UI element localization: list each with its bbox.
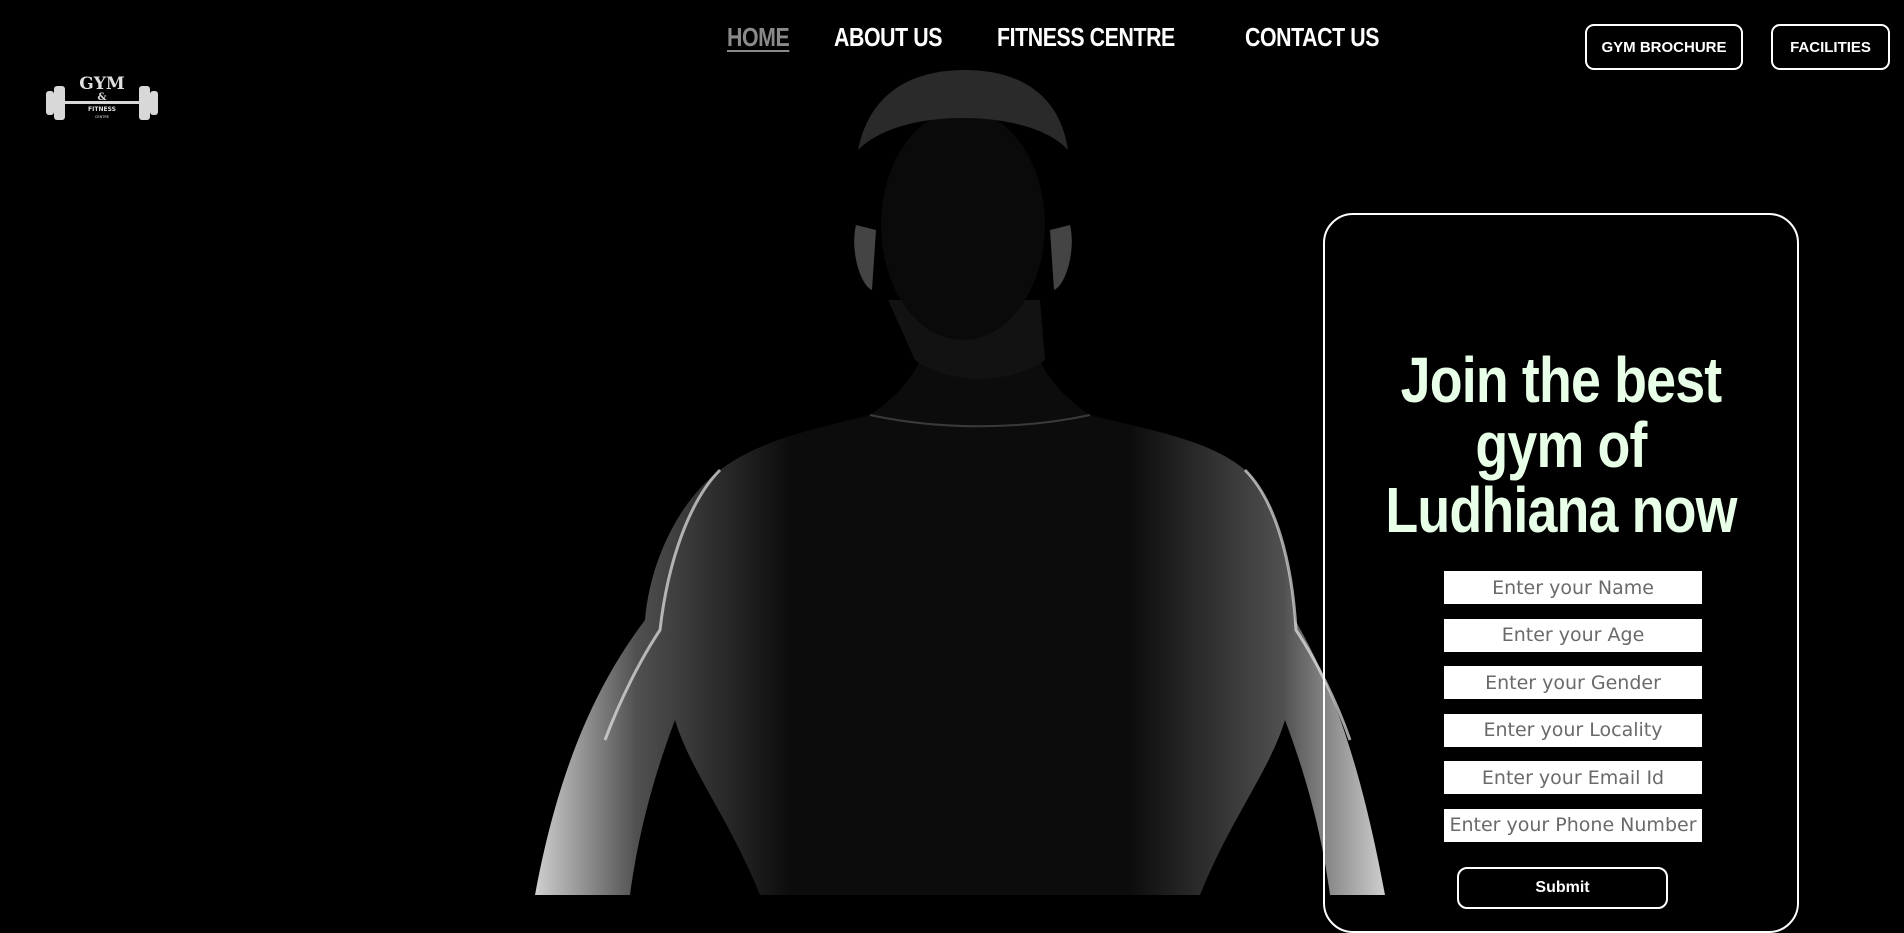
join-form-card: Join the best gym of Ludhiana now Submit	[1323, 213, 1799, 933]
locality-input[interactable]	[1444, 713, 1702, 747]
join-form-title: Join the best gym of Ludhiana now	[1325, 348, 1797, 543]
main-nav: HOME ABOUT US FITNESS CENTRE CONTACT US	[727, 22, 1408, 53]
join-form-fields	[1444, 571, 1702, 856]
join-title-line-1: Join the best	[1400, 344, 1722, 416]
nav-contact-us[interactable]: CONTACT US	[1245, 22, 1379, 53]
nav-fitness-centre[interactable]: FITNESS CENTRE	[997, 22, 1175, 53]
gym-logo[interactable]: GYM & FITNESS CENTRE	[42, 70, 162, 130]
logo-text-fitness: FITNESS	[88, 106, 116, 113]
email-input[interactable]	[1444, 761, 1702, 794]
facilities-button[interactable]: FACILITIES	[1771, 24, 1890, 70]
logo-text-centre: CENTRE	[95, 115, 109, 119]
name-input[interactable]	[1444, 571, 1702, 604]
age-input[interactable]	[1444, 618, 1702, 652]
nav-about-us[interactable]: ABOUT US	[834, 22, 942, 53]
logo-text-amp: &	[97, 92, 106, 103]
gym-brochure-button[interactable]: GYM BROCHURE	[1585, 24, 1743, 70]
join-title-line-3: Ludhiana now	[1385, 474, 1737, 546]
gender-input[interactable]	[1444, 666, 1702, 699]
join-title-line-2: gym of	[1475, 409, 1647, 481]
nav-home[interactable]: HOME	[727, 22, 790, 53]
submit-button[interactable]: Submit	[1457, 867, 1668, 909]
phone-input[interactable]	[1444, 808, 1702, 842]
logo-text-gym: GYM	[79, 74, 125, 94]
